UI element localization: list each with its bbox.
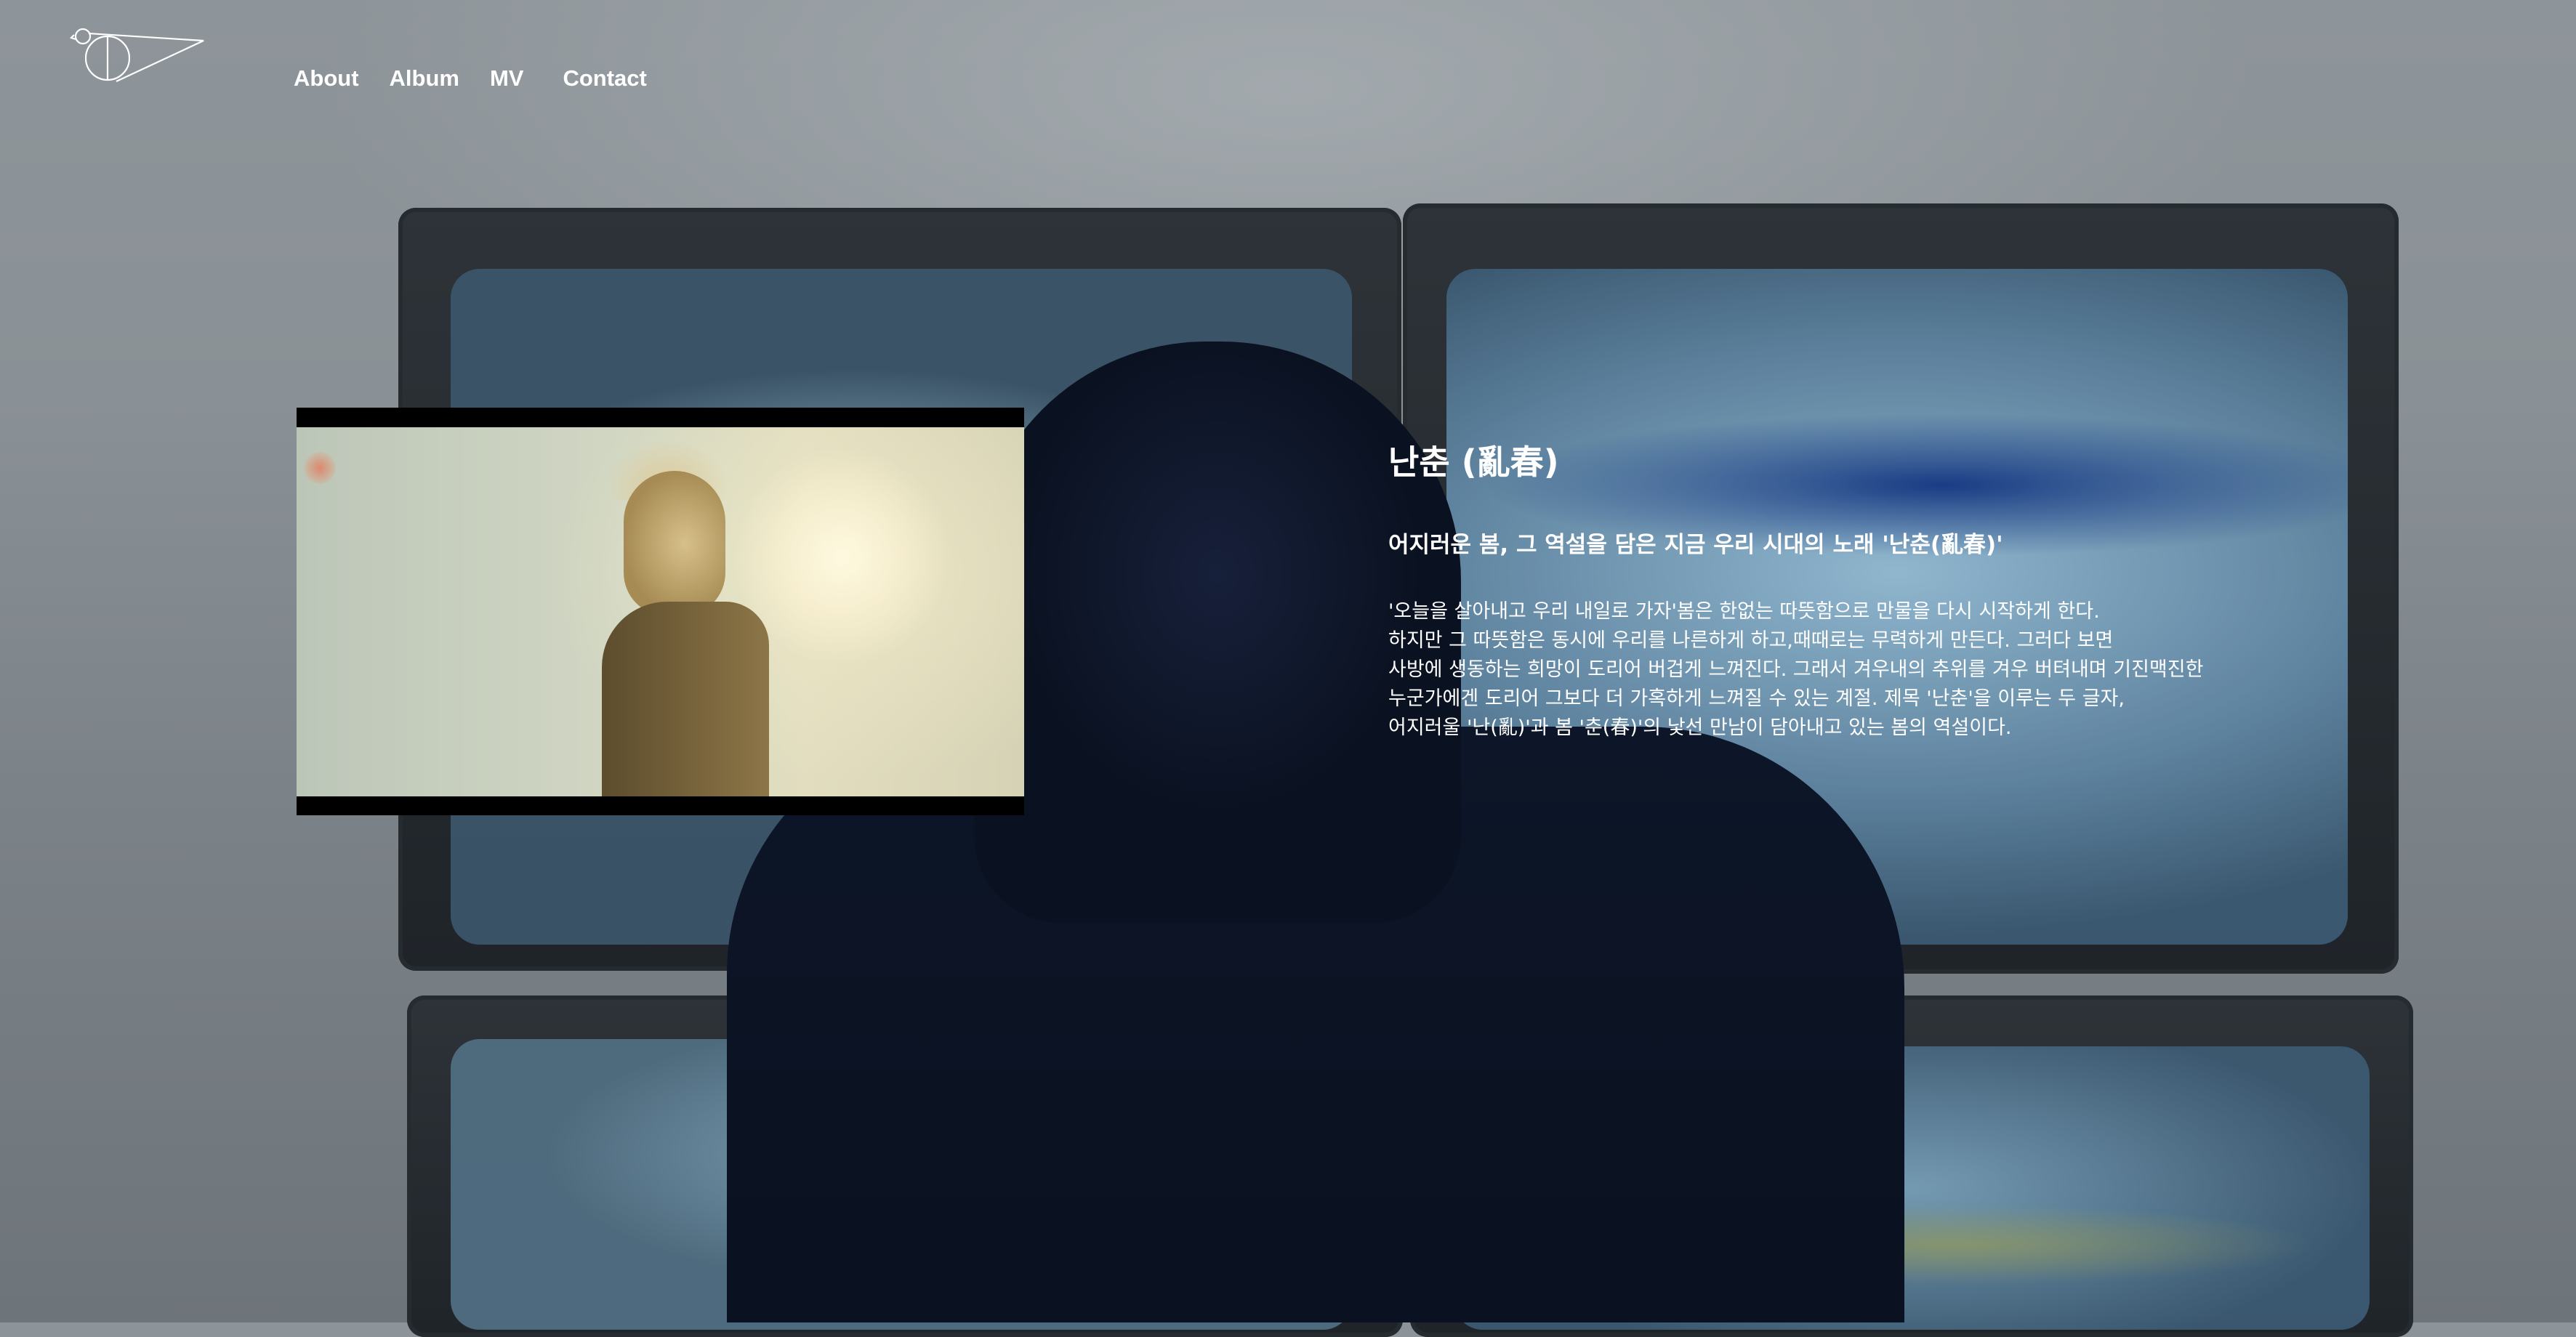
song-subtitle: 어지러운 봄, 그 역설을 담은 지금 우리 시대의 노래 '난춘(亂春)' <box>1388 532 2003 558</box>
figure-head <box>624 471 725 616</box>
description-line: '오늘을 살아내고 우리 내일로 가자'봄은 한없는 따뜻함으로 만물을 다시 … <box>1388 600 2100 623</box>
description-line: 누군가에겐 도리어 그보다 더 가혹하게 느껴질 수 있는 계절. 제목 '난춘… <box>1388 687 2125 710</box>
description-line: 하지만 그 따뜻함은 동시에 우리를 나른하게 하고,때때로는 무력하게 만든다… <box>1388 629 2114 652</box>
bird-logo[interactable] <box>65 26 211 92</box>
bird-logo-icon <box>69 28 204 82</box>
description-line: 사방에 생동하는 희망이 도리어 버겁게 느껴진다. 그래서 겨우내의 추위를 … <box>1388 658 2204 681</box>
figure-body <box>602 602 769 796</box>
lens-flare <box>304 452 336 484</box>
song-title: 난춘 (亂春) <box>1388 443 1559 482</box>
nav-contact[interactable]: Contact <box>563 65 646 92</box>
nav-about[interactable]: About <box>294 65 359 92</box>
description-line: 어지러울 '난(亂)'과 봄 '춘(春)'의 낯선 만남이 담아내고 있는 봄의… <box>1388 716 2012 739</box>
song-description: '오늘을 살아내고 우리 내일로 가자'봄은 한없는 따뜻함으로 만물을 다시 … <box>1388 597 2333 743</box>
main-nav: About Album MV Contact <box>294 64 677 93</box>
nav-mv[interactable]: MV <box>490 65 524 92</box>
song-info: 난춘 (亂春) 어지러운 봄, 그 역설을 담은 지금 우리 시대의 노래 '난… <box>1388 442 2333 743</box>
video-thumbnail[interactable] <box>297 427 1024 796</box>
video-player[interactable] <box>297 408 1024 815</box>
nav-album[interactable]: Album <box>390 65 459 92</box>
